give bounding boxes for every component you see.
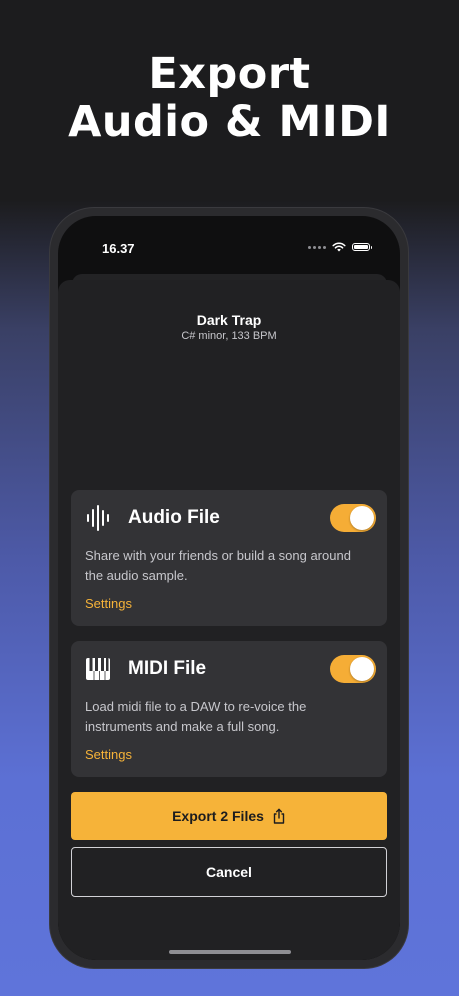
- signal-dots-icon: [308, 245, 326, 249]
- midi-file-toggle[interactable]: [330, 655, 376, 683]
- share-icon: [273, 808, 285, 824]
- marketing-headline: Export Audio & MIDI: [0, 50, 459, 146]
- toggle-knob: [350, 657, 374, 681]
- audio-file-description: Share with your friends or build a song …: [85, 548, 351, 583]
- audio-file-toggle[interactable]: [330, 504, 376, 532]
- audio-file-card: Audio File Share with your friends or bu…: [71, 490, 387, 626]
- status-time: 16.37: [102, 241, 135, 256]
- midi-file-card: MIDI File Load midi file to a DAW to re-…: [71, 641, 387, 777]
- phone-screen: 16.37 Dark Trap C# minor, 133 BPM Audio …: [58, 216, 400, 960]
- cancel-button[interactable]: Cancel: [71, 847, 387, 897]
- midi-settings-link[interactable]: Settings: [85, 747, 132, 762]
- home-indicator[interactable]: [169, 950, 291, 954]
- piano-keys-icon: [86, 658, 110, 680]
- audio-settings-link[interactable]: Settings: [85, 596, 132, 611]
- song-details: C# minor, 133 BPM: [181, 330, 277, 342]
- headline-line-2: Audio & MIDI: [68, 97, 391, 147]
- export-files-button[interactable]: Export 2 Files: [71, 792, 387, 840]
- battery-icon: [352, 243, 372, 251]
- audio-file-title: Audio File: [128, 507, 220, 528]
- export-sheet: Dark Trap C# minor, 133 BPM Audio File S…: [58, 280, 400, 960]
- status-icons: [308, 242, 372, 252]
- song-title: Dark Trap: [196, 312, 262, 328]
- headline-line-1: Export: [148, 49, 311, 99]
- waveform-icon: [87, 505, 109, 531]
- wifi-icon: [332, 242, 346, 252]
- export-button-label: Export 2 Files: [172, 808, 264, 824]
- toggle-knob: [350, 506, 374, 530]
- midi-file-title: MIDI File: [128, 658, 207, 679]
- phone-frame: 16.37 Dark Trap C# minor, 133 BPM Audio …: [50, 208, 408, 968]
- midi-file-description: Load midi file to a DAW to re-voice the …: [85, 699, 307, 734]
